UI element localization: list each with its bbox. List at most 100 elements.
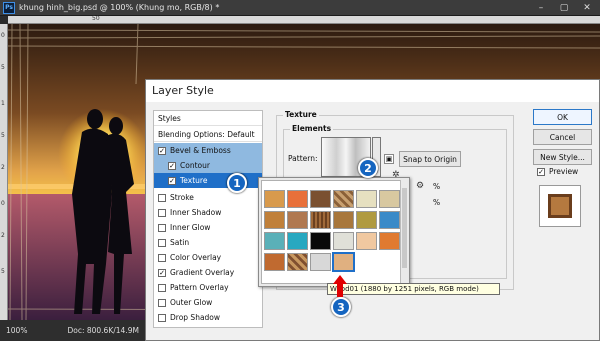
texture-group-title: Texture <box>283 110 319 119</box>
pattern-swatch[interactable] <box>356 190 377 208</box>
checkbox-icon[interactable]: ✓ <box>168 161 176 170</box>
pattern-swatch[interactable] <box>264 232 285 250</box>
style-item-label: Color Overlay <box>170 253 222 262</box>
pattern-swatch[interactable] <box>379 211 400 229</box>
step-badge-1: 1 <box>227 173 247 193</box>
styles-header[interactable]: Styles <box>154 111 262 126</box>
style-item-label: Inner Glow <box>170 223 211 232</box>
elements-group-title: Elements <box>290 124 334 133</box>
style-item-label: Contour <box>180 161 210 170</box>
pattern-swatch[interactable] <box>379 232 400 250</box>
document-titlebar: Ps khung hinh_big.psd @ 100% (Khung mo, … <box>0 0 600 16</box>
scrollbar-thumb[interactable] <box>402 188 407 268</box>
styles-list: Styles Blending Options: Default ✓ Bevel… <box>153 110 263 328</box>
style-item-pattern-overlay[interactable]: Pattern Overlay <box>154 280 262 295</box>
close-icon[interactable]: ✕ <box>576 0 598 16</box>
pattern-swatch[interactable] <box>333 190 354 208</box>
pattern-swatch[interactable] <box>287 232 308 250</box>
style-item-stroke[interactable]: Stroke <box>154 190 262 205</box>
ruler-tick: 0 <box>1 200 5 207</box>
checkbox-icon[interactable] <box>158 313 166 322</box>
pattern-scrollbar[interactable] <box>400 180 408 284</box>
dialog-title: Layer Style <box>146 80 599 102</box>
picker-menu-gear-icon[interactable]: ⚙ <box>416 181 424 191</box>
checkbox-icon[interactable] <box>158 253 166 262</box>
style-item-outer-glow[interactable]: Outer Glow <box>154 295 262 310</box>
style-item-gradient-overlay[interactable]: ✓ Gradient Overlay <box>154 265 262 280</box>
pattern-swatch[interactable] <box>333 232 354 250</box>
style-item-satin[interactable]: Satin <box>154 235 262 250</box>
scale-percent: % <box>433 182 441 191</box>
photoshop-screen: Ps khung hinh_big.psd @ 100% (Khung mo, … <box>0 0 600 341</box>
step-badge-2: 2 <box>358 158 378 178</box>
checkbox-icon[interactable] <box>158 208 166 217</box>
pattern-swatch[interactable] <box>333 211 354 229</box>
pattern-swatch[interactable] <box>264 211 285 229</box>
pattern-label: Pattern: <box>288 154 318 163</box>
style-item-bevel-emboss[interactable]: ✓ Bevel & Emboss <box>154 143 262 158</box>
style-item-label: Outer Glow <box>170 298 213 307</box>
checkbox-icon[interactable] <box>158 238 166 247</box>
preview-label: Preview <box>549 167 579 176</box>
pattern-picker: ✲ <box>258 170 410 287</box>
new-preset-icon[interactable]: ▣ <box>384 154 394 164</box>
maximize-icon[interactable]: ▢ <box>553 0 575 16</box>
style-item-label: Bevel & Emboss <box>170 146 231 155</box>
pattern-swatch[interactable] <box>379 190 400 208</box>
style-item-inner-shadow[interactable]: Inner Shadow <box>154 205 262 220</box>
checkbox-icon[interactable] <box>158 193 166 202</box>
pattern-swatch[interactable] <box>356 211 377 229</box>
snap-to-origin-button[interactable]: Snap to Origin <box>399 151 461 167</box>
photoshop-logo-icon: Ps <box>3 1 15 14</box>
pattern-swatch[interactable] <box>310 232 331 250</box>
depth-percent: % <box>433 198 441 207</box>
pattern-swatch[interactable] <box>287 211 308 229</box>
ruler-tick: 0 <box>1 32 5 39</box>
checkbox-icon[interactable]: ✓ <box>168 176 176 185</box>
pattern-swatch[interactable] <box>264 253 285 271</box>
style-item-inner-glow[interactable]: Inner Glow <box>154 220 262 235</box>
preview-toggle[interactable]: ✓ Preview <box>537 167 578 176</box>
ok-button[interactable]: OK <box>533 109 592 125</box>
doc-size[interactable]: Doc: 800.6K/14.9M <box>67 326 138 335</box>
style-item-contour[interactable]: ✓ Contour <box>154 158 262 173</box>
pattern-swatch[interactable] <box>310 190 331 208</box>
ruler-tick: 5 <box>1 268 5 275</box>
blending-options[interactable]: Blending Options: Default <box>154 127 262 142</box>
ruler-tick: 5 <box>1 64 5 71</box>
ruler-tick: 2 <box>1 164 5 171</box>
checkbox-icon[interactable] <box>158 223 166 232</box>
zoom-level[interactable]: 100% <box>6 326 27 335</box>
style-preview-swatch <box>548 194 572 218</box>
style-item-label: Inner Shadow <box>170 208 222 217</box>
cancel-button[interactable]: Cancel <box>533 129 592 145</box>
style-item-label: Drop Shadow <box>170 313 221 322</box>
ruler-label: 50 <box>92 15 100 22</box>
ruler-tick: 5 <box>1 132 5 139</box>
pattern-swatch[interactable] <box>287 190 308 208</box>
checkbox-icon[interactable] <box>158 298 166 307</box>
style-item-label: Satin <box>170 238 190 247</box>
minimize-icon[interactable]: – <box>530 0 552 16</box>
checkbox-icon[interactable]: ✓ <box>158 146 166 155</box>
pattern-swatch[interactable] <box>287 253 308 271</box>
ruler-tick: 2 <box>1 232 5 239</box>
new-style-button[interactable]: New Style... <box>533 149 592 165</box>
style-item-drop-shadow[interactable]: Drop Shadow <box>154 310 262 325</box>
style-preview-box <box>539 185 581 227</box>
pattern-swatch[interactable] <box>264 190 285 208</box>
style-item-label: Stroke <box>170 193 194 202</box>
style-item-label: Pattern Overlay <box>170 283 229 292</box>
checkbox-icon[interactable] <box>158 283 166 292</box>
pattern-swatch-wood01[interactable] <box>332 252 355 272</box>
pattern-swatch[interactable] <box>310 211 331 229</box>
style-item-label: Gradient Overlay <box>170 268 235 277</box>
pattern-swatch[interactable] <box>310 253 331 271</box>
style-item-color-overlay[interactable]: Color Overlay <box>154 250 262 265</box>
checkbox-icon[interactable]: ✓ <box>158 268 166 277</box>
checkbox-icon[interactable]: ✓ <box>537 167 545 176</box>
pattern-swatch[interactable] <box>356 232 377 250</box>
red-arrow-icon <box>333 275 347 297</box>
ruler-tick: 1 <box>1 100 5 107</box>
settings-gear-icon[interactable]: ✲ <box>392 170 400 180</box>
